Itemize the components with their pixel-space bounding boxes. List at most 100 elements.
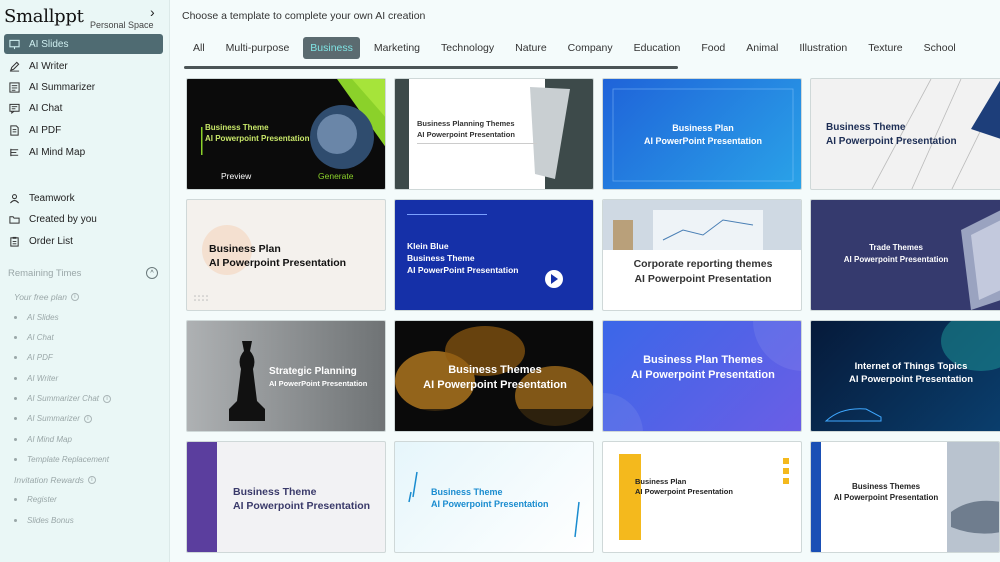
item-text: AI Writer xyxy=(27,374,59,383)
nav-label: AI Slides xyxy=(29,38,69,50)
template-card[interactable]: Business Theme AI Powerpoint Presentatio… xyxy=(186,78,386,190)
item-text: AI PDF xyxy=(27,353,53,362)
card-subtitle: AI Powerpoint Presentation xyxy=(431,499,549,509)
tab-marketing[interactable]: Marketing xyxy=(367,37,427,59)
card-subtitle: AI Powerpoint Presentation xyxy=(635,487,733,496)
nav-ai-slides[interactable]: AI Slides xyxy=(4,34,163,54)
info-icon[interactable]: i xyxy=(103,394,112,403)
preview-button[interactable]: Preview xyxy=(221,171,251,181)
card-subtitle: AI Powerpoint Presentation xyxy=(233,500,371,512)
free-plan-item: AI Slides xyxy=(14,313,59,322)
nav-order-list[interactable]: Order List xyxy=(4,231,163,251)
pen-icon xyxy=(8,60,20,72)
brand-logo[interactable]: Smallppt xyxy=(4,6,84,27)
tab-all[interactable]: All xyxy=(186,37,212,59)
template-card[interactable]: Business Plan AI PowerPoint Presentation xyxy=(602,78,802,190)
template-card[interactable]: Business Theme AI Powerpoint Presentatio… xyxy=(810,78,1000,190)
free-plan-item: AI Summarizer i xyxy=(14,414,92,423)
nav-label: AI Mind Map xyxy=(29,146,86,158)
tab-company[interactable]: Company xyxy=(561,37,620,59)
chevron-right-icon[interactable]: › xyxy=(150,4,155,20)
template-card[interactable]: Strategic Planning AI PowerPoint Present… xyxy=(186,320,386,432)
tabs-scrollbar[interactable] xyxy=(184,66,678,69)
template-card[interactable]: Business Theme AI Powerpoint Presentatio… xyxy=(394,441,594,553)
sidebar: Smallppt Personal Space › AI Slides AI W… xyxy=(0,0,170,562)
nav-ai-writer[interactable]: AI Writer xyxy=(4,56,163,76)
bullet-dot xyxy=(14,417,17,420)
card-title: Business Plan xyxy=(672,123,734,133)
clipboard-icon xyxy=(8,235,20,247)
card-art xyxy=(871,79,1000,189)
card-title: Klein Blue xyxy=(407,241,449,251)
item-text: AI Summarizer Chat xyxy=(27,394,100,403)
personal-space-label[interactable]: Personal Space xyxy=(90,20,154,30)
nav-ai-pdf[interactable]: AI PDF xyxy=(4,120,163,140)
page-title: Choose a template to complete your own A… xyxy=(182,10,426,22)
tab-food[interactable]: Food xyxy=(694,37,732,59)
info-icon[interactable]: i xyxy=(70,293,79,301)
card-title: Business Themes xyxy=(448,364,542,376)
info-icon[interactable]: i xyxy=(87,476,96,484)
bullet-dot xyxy=(14,356,17,359)
info-icon[interactable]: i xyxy=(83,414,92,423)
card-subtitle: AI Powerpoint Presentation xyxy=(423,379,567,391)
template-card[interactable]: Corporate reporting themes AI Powerpoint… xyxy=(602,199,802,311)
chat-icon xyxy=(8,102,20,114)
item-text: Slides Bonus xyxy=(27,516,74,525)
card-art xyxy=(603,200,801,250)
generate-button[interactable]: Generate xyxy=(318,171,353,181)
card-subtitle: AI Powerpoint Presentation xyxy=(848,374,974,385)
card-subtitle: Business Theme xyxy=(407,253,475,263)
card-title: Business Themes xyxy=(851,482,921,491)
template-card[interactable]: Business Planning Themes AI Powerpoint P… xyxy=(394,78,594,190)
card-title: Business Plan Themes xyxy=(643,354,763,366)
free-plan-item: AI Writer xyxy=(14,374,58,383)
card-title: Business Theme xyxy=(826,122,906,133)
card-title: Corporate reporting themes xyxy=(633,258,773,270)
tab-illustration[interactable]: Illustration xyxy=(792,37,854,59)
tab-education[interactable]: Education xyxy=(627,37,688,59)
template-card[interactable]: Business Plan AI Powerpoint Presentation xyxy=(186,199,386,311)
nav-teamwork[interactable]: Teamwork xyxy=(4,188,163,208)
nav-ai-summarizer[interactable]: AI Summarizer xyxy=(4,77,163,97)
template-card[interactable]: Internet of Things Topics AI Powerpoint … xyxy=(810,320,1000,432)
tab-technology[interactable]: Technology xyxy=(434,37,501,59)
nav-label: AI PDF xyxy=(29,124,62,136)
card-subtitle: AI PowerPoint Presentation xyxy=(269,379,368,388)
tab-nature[interactable]: Nature xyxy=(508,37,554,59)
card-subtitle: AI Powerpoint Presentation xyxy=(631,369,775,381)
card-subtitle: AI Powerpoint Presentation xyxy=(826,136,957,147)
template-card[interactable]: Business Theme AI Powerpoint Presentatio… xyxy=(186,441,386,553)
bullet-dot xyxy=(14,377,17,380)
card-title: Business Theme xyxy=(205,123,269,132)
card-title: Business Planning Themes xyxy=(417,119,515,128)
chevron-up-icon[interactable]: ^ xyxy=(146,267,158,279)
template-card[interactable]: Business Plan Themes AI Powerpoint Prese… xyxy=(602,320,802,432)
free-plan-item: AI PDF xyxy=(14,353,53,362)
summarizer-icon xyxy=(8,81,20,93)
invitation-text: Invitation Rewards xyxy=(14,475,84,485)
free-plan-text: Your free plan xyxy=(14,292,67,302)
nav-created-by-you[interactable]: Created by you xyxy=(4,209,163,229)
template-card[interactable]: Trade Themes AI Powerpoint Presentation xyxy=(810,199,1000,311)
nav-ai-chat[interactable]: AI Chat xyxy=(4,98,163,118)
free-plan-item: AI Chat xyxy=(14,333,54,342)
team-icon xyxy=(8,192,20,204)
template-card[interactable]: Business Themes AI Powerpoint Presentati… xyxy=(810,441,1000,553)
nav-label: AI Writer xyxy=(29,60,68,72)
template-card[interactable]: Klein Blue Business Theme AI PowerPoint … xyxy=(394,199,594,311)
tab-animal[interactable]: Animal xyxy=(739,37,785,59)
card-art xyxy=(408,471,580,538)
template-card[interactable]: Business Themes AI Powerpoint Presentati… xyxy=(394,320,594,432)
tab-school[interactable]: School xyxy=(917,37,963,59)
slides-icon xyxy=(8,38,20,50)
tab-multi-purpose[interactable]: Multi-purpose xyxy=(219,37,297,59)
template-card[interactable]: Business Plan AI Powerpoint Presentation xyxy=(602,441,802,553)
item-text: AI Chat xyxy=(27,333,54,342)
nav-ai-mind-map[interactable]: AI Mind Map xyxy=(4,142,163,162)
item-text: Register xyxy=(27,495,57,504)
tab-texture[interactable]: Texture xyxy=(861,37,909,59)
card-art xyxy=(612,88,794,182)
nav-label: AI Summarizer xyxy=(29,81,96,93)
tab-business[interactable]: Business xyxy=(303,37,360,59)
